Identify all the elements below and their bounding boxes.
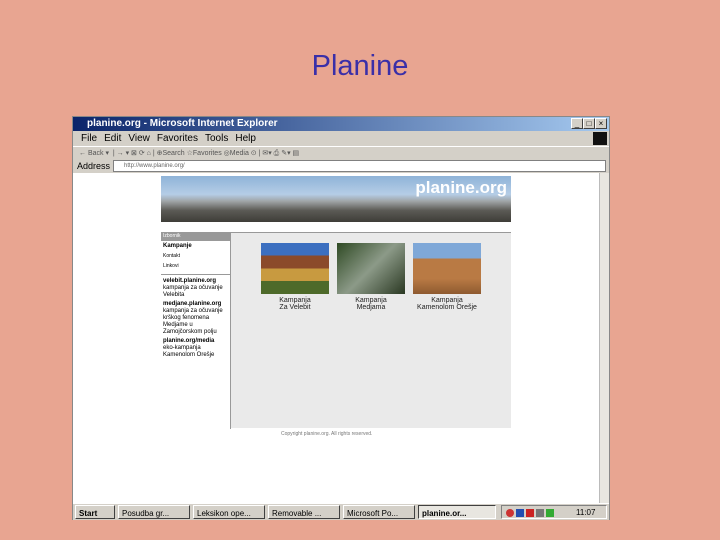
section-text: eko-kampanja [163,345,201,351]
antivirus-icon[interactable] [526,509,534,517]
menu-edit[interactable]: Edit [104,133,121,144]
nav-header: Izbornik [161,233,231,241]
favorites-label: Favorites [192,150,222,157]
caption-line: Kampanja [431,297,463,304]
campaign-medjama-image[interactable] [337,243,405,294]
section-text: kampanja za očuvanje [163,285,223,291]
section-text: kampanja za očuvanje [163,308,223,314]
window-title: planine.org - Microsoft Internet Explore… [87,118,278,129]
nav-item-kontakt[interactable]: Kontakt [163,253,228,260]
menu-favorites[interactable]: Favorites [157,133,198,144]
taskbar-task-active[interactable]: planine.or... [418,505,496,519]
minimize-button[interactable]: _ [571,118,583,129]
address-bar: Address http://www.planine.org/ [73,159,609,173]
campaign-oresje-caption[interactable]: Kampanja Kamenolom Orešje [402,297,492,311]
site-logo[interactable]: planine.org [415,178,507,198]
tray-icon[interactable] [506,509,514,517]
vertical-scrollbar[interactable] [599,173,609,503]
menu-file[interactable]: File [81,133,97,144]
favorites-button[interactable]: ☆Favorites [187,150,222,157]
section-text: Kamenolom Orešje [163,352,215,358]
back-label: Back [87,150,104,157]
caption-line: Kamenolom Orešje [417,304,477,311]
address-label: Address [77,161,111,171]
start-label: Start [79,509,98,518]
taskbar-task[interactable]: Removable ... [268,505,340,519]
section-text: Zamojčorskom polju [163,329,217,335]
section-link[interactable]: medjane.planine.org [163,301,228,308]
menu-bar: File Edit View Favorites Tools Help [73,131,609,146]
system-tray: 11:07 [501,505,607,519]
page-content: planine.org Izbornik Kampanje Kontakt Li… [73,173,599,503]
clock: 11:07 [576,508,596,517]
close-button[interactable]: × [595,118,607,129]
nav-section-media: planine.org/media eko-kampanja Kamenolom… [163,338,228,359]
section-link[interactable]: velebit.planine.org [163,278,228,285]
left-nav: Izbornik Kampanje Kontakt Linkovi velebi… [161,233,231,429]
taskbar: Start Posudba gr... Leksikon ope... Remo… [73,503,609,520]
footer-copyright: Copyright planine.org. All rights reserv… [281,431,373,437]
page-box: Izbornik Kampanje Kontakt Linkovi velebi… [161,232,511,429]
campaign-velebit-image[interactable] [261,243,329,294]
address-input[interactable]: http://www.planine.org/ [113,160,606,172]
back-button[interactable]: ← Back ▾ [79,150,109,157]
section-link[interactable]: planine.org/media [163,338,228,345]
section-text: krškog fenomena [163,315,210,321]
campaign-oresje-image[interactable] [413,243,481,294]
taskbar-task[interactable]: Microsoft Po... [343,505,415,519]
browser-window: planine.org - Microsoft Internet Explore… [72,116,610,520]
start-button[interactable]: Start [75,505,115,519]
banner-image: planine.org [161,176,511,222]
search-button[interactable]: ⊕Search [157,150,185,157]
taskbar-task[interactable]: Posudba gr... [118,505,190,519]
language-icon[interactable] [516,509,524,517]
taskbar-task[interactable]: Leksikon ope... [193,505,265,519]
nav-item-linkovi[interactable]: Linkovi [163,263,228,270]
network-icon[interactable] [546,509,554,517]
windows-logo-icon [593,132,607,145]
media-label: Media [229,150,249,157]
slide-title: Planine [311,50,409,82]
menu-view[interactable]: View [128,133,150,144]
tray-icon[interactable] [536,509,544,517]
section-text: Velebita [163,292,185,298]
menu-tools[interactable]: Tools [205,133,228,144]
section-text: Medjame u [163,322,193,328]
nav-section-velebit: velebit.planine.org kampanja za očuvanje… [163,278,228,299]
maximize-button[interactable]: □ [583,118,595,129]
nav-item-kampanje[interactable]: Kampanje [163,243,228,250]
search-label: Search [162,150,185,157]
title-bar: planine.org - Microsoft Internet Explore… [73,117,609,131]
menu-help[interactable]: Help [235,133,256,144]
nav-section-medjane: medjane.planine.org kampanja za očuvanje… [163,301,228,336]
media-button[interactable]: ◎Media [224,150,249,157]
toolbar: ← Back ▾ | → ▾ ⊠ ⟳ ⌂ | ⊕Search ☆Favorite… [73,146,609,159]
